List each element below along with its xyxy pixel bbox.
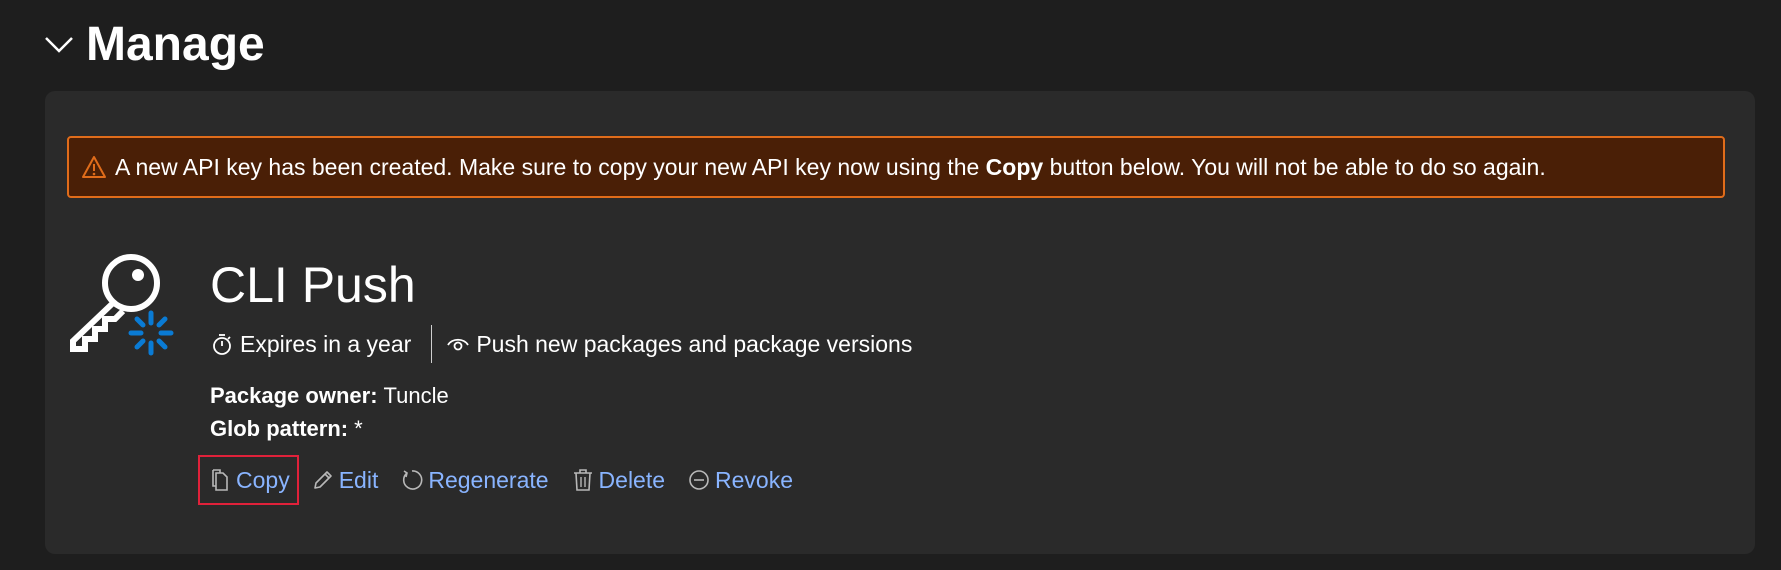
delete-label: Delete [598,466,666,493]
pencil-icon [313,471,332,489]
eye-icon [447,338,470,351]
glob-pattern: Glob pattern: * [210,416,363,442]
alert-banner: A new API key has been created. Make sur… [67,136,1725,198]
scope-text: Push new packages and package versions [476,330,913,357]
api-key-panel: A new API key has been created. Make sur… [45,91,1755,554]
api-key-meta: Expires in a year Push new packages and … [210,324,912,364]
alert-bold-copy: Copy [985,153,1044,180]
glob-pattern-value: * [354,416,363,441]
regenerate-label: Regenerate [428,466,549,493]
package-owner: Package owner: Tuncle [210,383,449,409]
stopwatch-icon [213,334,231,355]
api-key-actions: Copy Edit Regenerate Delete Revoke [198,453,815,507]
alert-message: A new API key has been created. Make sur… [115,153,1546,180]
package-owner-value: Tuncle [383,383,449,408]
revoke-icon [689,470,709,490]
trash-icon [573,469,592,491]
scope: Push new packages and package versions [446,331,912,358]
api-key-name: CLI Push [210,257,416,313]
warning-icon [82,156,106,178]
manage-section-toggle[interactable]: Manage [42,14,265,74]
expiration-text: Expires in a year [240,330,412,357]
edit-button[interactable]: Edit [311,466,379,494]
revoke-button[interactable]: Revoke [687,467,793,494]
refresh-icon [403,470,423,490]
meta-divider [431,325,433,363]
chevron-down-icon [45,37,73,53]
delete-button[interactable]: Delete [571,467,665,494]
copy-button[interactable]: Copy [198,455,299,505]
expiration: Expires in a year [210,331,411,358]
glob-pattern-label: Glob pattern: [210,416,349,441]
api-key-icon [70,254,174,356]
section-title: Manage [86,17,265,71]
copy-icon [212,469,228,491]
revoke-label: Revoke [715,466,794,493]
package-owner-label: Package owner: [210,383,378,408]
edit-label: Edit [338,466,379,493]
regenerate-button[interactable]: Regenerate [400,466,549,494]
copy-label: Copy [236,466,290,493]
